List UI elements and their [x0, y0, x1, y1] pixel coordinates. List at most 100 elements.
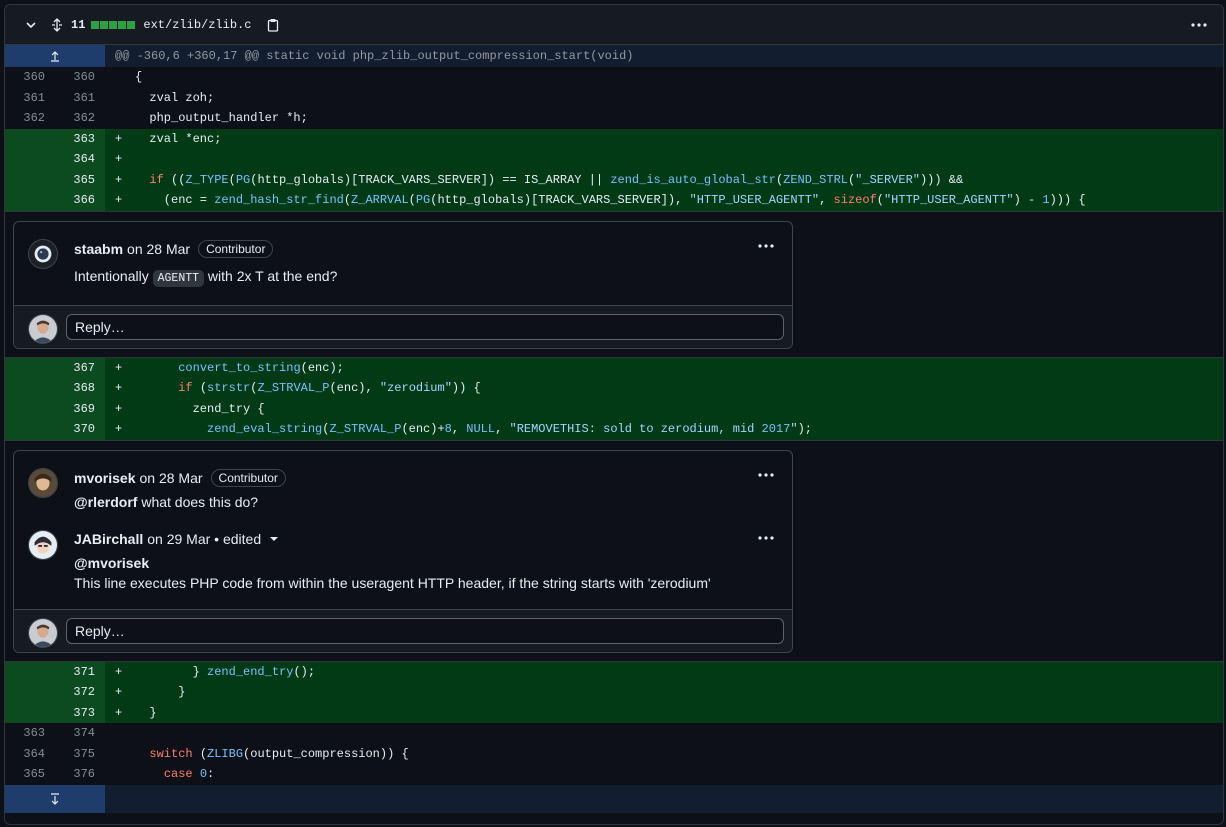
comment-options-icon[interactable] [756, 465, 776, 485]
new-line-number[interactable]: 367 [55, 357, 105, 378]
review-thread-1: staabm on 28 Mar Contributor Intentional… [5, 210, 1223, 358]
old-line-number[interactable] [5, 378, 55, 399]
line-code: { [105, 67, 1223, 88]
line-code: + } [105, 703, 1223, 724]
new-line-number[interactable]: 361 [55, 88, 105, 109]
reply-input[interactable]: Reply… [66, 313, 784, 340]
new-line-number[interactable]: 371 [55, 661, 105, 682]
old-line-number[interactable]: 362 [5, 108, 55, 129]
diff-line: 361 361 zval zoh; [5, 88, 1223, 109]
comment-options-icon[interactable] [756, 528, 776, 548]
code-text: (enc = zend_hash_str_find(Z_ARRVAL(PG(ht… [135, 193, 1086, 207]
user-mention[interactable]: @mvorisek [74, 553, 776, 573]
line-code: + if (strstr(Z_STRVAL_P(enc), "zerodium"… [105, 378, 1223, 399]
new-line-number[interactable]: 362 [55, 108, 105, 129]
new-line-number[interactable]: 376 [55, 764, 105, 785]
new-line-number[interactable]: 366 [55, 190, 105, 211]
code-text: } [135, 705, 157, 720]
old-line-number[interactable] [5, 149, 55, 170]
old-line-number[interactable]: 360 [5, 67, 55, 88]
avatar [28, 617, 58, 648]
copy-icon[interactable] [265, 17, 281, 33]
contributor-badge: Contributor [210, 468, 286, 487]
comment-time[interactable]: on 28 Mar [139, 470, 202, 486]
comment-text: with 2x T at the end? [207, 267, 338, 284]
avatar[interactable] [28, 529, 58, 560]
new-line-number[interactable]: 368 [55, 378, 105, 399]
code-text: switch (ZLIBG(output_compression)) { [149, 746, 409, 761]
diffstat [91, 20, 136, 29]
new-line-number[interactable]: 365 [55, 169, 105, 190]
comment-author[interactable]: staabm [74, 241, 123, 257]
line-code: zval zoh; [105, 88, 1223, 109]
old-line-number[interactable]: 363 [5, 723, 55, 744]
diff-marker: + [115, 401, 123, 416]
contributor-badge: Contributor [198, 239, 274, 258]
diff-line: 362 362 php_output_handler *h; [5, 108, 1223, 129]
old-line-number[interactable] [5, 190, 55, 211]
line-code: + zend_try { [105, 399, 1223, 420]
file-options-icon[interactable] [1183, 11, 1215, 39]
old-line-number[interactable] [5, 128, 55, 149]
diff-line: 367 + convert_to_string(enc); [5, 357, 1223, 378]
new-line-number[interactable]: 375 [55, 744, 105, 765]
old-line-number[interactable] [5, 419, 55, 440]
old-line-number[interactable] [5, 398, 55, 419]
new-line-number[interactable]: 369 [55, 398, 105, 419]
old-line-number[interactable] [5, 169, 55, 190]
diff-line: 364 + [5, 149, 1223, 170]
diff-line: 366 + (enc = zend_hash_str_find(Z_ARRVAL(… [5, 190, 1223, 211]
reply-bar: Reply… [14, 304, 792, 348]
file-header: 11 ext/zlib/zlib.c [5, 5, 1223, 45]
code-text: zval zoh; [135, 90, 215, 105]
code-text: convert_to_string(enc); [178, 360, 344, 375]
new-line-number[interactable]: 373 [55, 702, 105, 723]
comment-time[interactable]: on 28 Mar [127, 241, 190, 257]
reply-input[interactable]: Reply… [66, 617, 784, 644]
line-code: + if ((Z_TYPE(PG(http_globals)[TRACK_VAR… [105, 170, 1223, 191]
user-mention[interactable]: @rlerdorf [74, 494, 137, 510]
hunk-footer [5, 784, 1223, 813]
comment-text: This line executes PHP code from within … [74, 574, 711, 591]
comment-author[interactable]: mvorisek [74, 470, 135, 486]
old-line-number[interactable]: 365 [5, 764, 55, 785]
diff-line: 373 + } [5, 702, 1223, 724]
expand-down-icon[interactable] [5, 784, 105, 813]
diff-line: 369 + zend_try { [5, 398, 1223, 420]
old-line-number[interactable]: 361 [5, 88, 55, 109]
avatar[interactable] [28, 467, 58, 498]
new-line-number[interactable]: 372 [55, 682, 105, 703]
diff-marker: + [115, 131, 123, 146]
old-line-number[interactable]: 364 [5, 744, 55, 765]
comment-options-icon[interactable] [756, 236, 776, 256]
avatar[interactable] [28, 238, 58, 269]
comment-time[interactable]: on 29 Mar • edited [147, 531, 261, 547]
expand-up-icon[interactable] [5, 45, 105, 67]
hunk-text: @@ -360,6 +360,17 @@ static void php_zli… [115, 49, 634, 63]
change-count: 11 [71, 17, 86, 32]
file-path[interactable]: ext/zlib/zlib.c [143, 18, 251, 32]
diff-line: 365 376 case 0: [5, 764, 1223, 785]
new-line-number[interactable]: 364 [55, 149, 105, 170]
hunk-header: @@ -360,6 +360,17 @@ static void php_zli… [5, 45, 1223, 67]
caret-down-icon[interactable] [269, 534, 279, 544]
comment-author[interactable]: JABirchall [74, 531, 143, 547]
expand-all-icon[interactable] [49, 17, 65, 33]
new-line-number[interactable]: 370 [55, 419, 105, 440]
code-text: case 0: [163, 767, 215, 781]
diff-lines-c: 371 + } zend_end_try(); 372 + } 373 + } 363 374… [5, 661, 1223, 785]
diff-line: 368 + if (strstr(Z_STRVAL_P(enc), "zerodi… [5, 378, 1223, 399]
old-line-number[interactable] [5, 661, 55, 682]
new-line-number[interactable]: 374 [55, 723, 105, 744]
chevron-down-icon[interactable] [23, 17, 39, 33]
old-line-number[interactable] [5, 357, 55, 378]
old-line-number[interactable] [5, 702, 55, 723]
new-line-number[interactable]: 363 [55, 128, 105, 149]
code-text: } zend_end_try(); [135, 664, 316, 679]
new-line-number[interactable]: 360 [55, 67, 105, 88]
comment: staabm on 28 Mar Contributor Intentional… [14, 222, 792, 289]
old-line-number[interactable] [5, 682, 55, 703]
diff-marker: + [115, 705, 123, 720]
line-code: + zval *enc; [105, 129, 1223, 150]
avatar [28, 313, 58, 344]
